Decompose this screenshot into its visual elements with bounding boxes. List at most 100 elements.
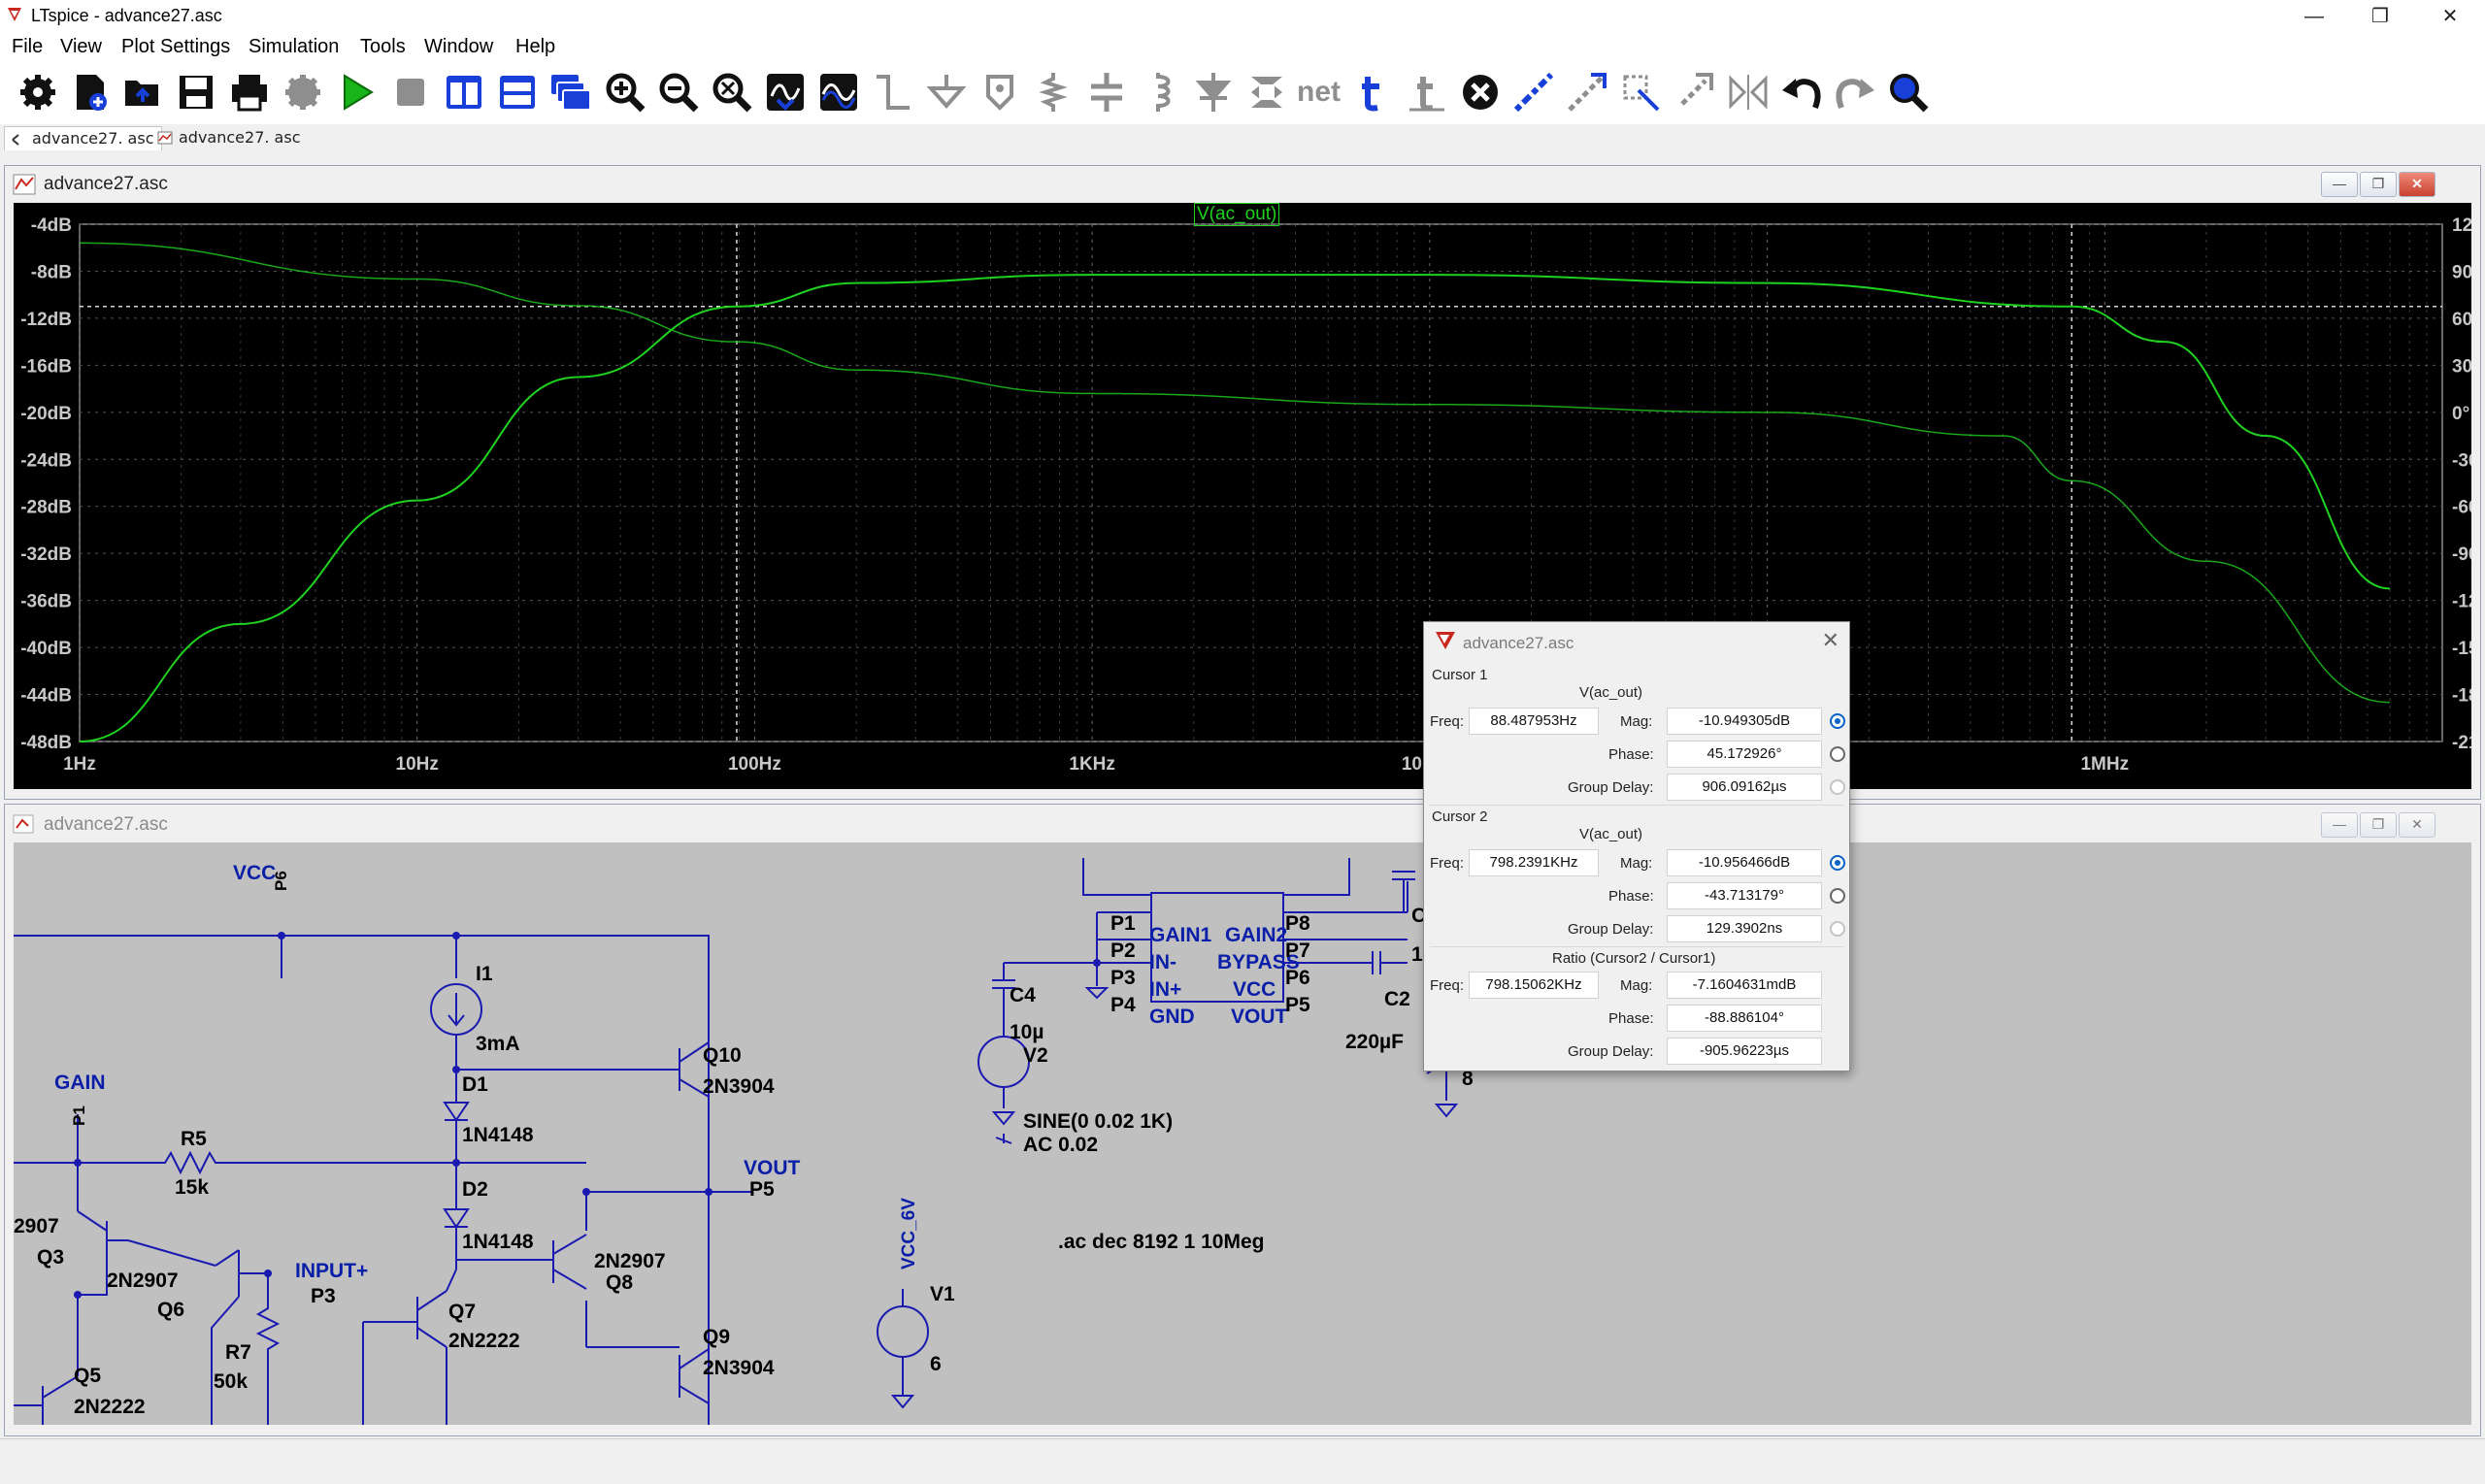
label-r5-value[interactable]: 15k bbox=[175, 1176, 209, 1200]
label-vcc[interactable]: VCC bbox=[233, 862, 276, 885]
label-one-partial[interactable]: 1 bbox=[1411, 943, 1423, 967]
pin-p3[interactable]: P3 bbox=[1110, 967, 1136, 990]
open-icon[interactable] bbox=[121, 71, 164, 114]
zoom-in-icon[interactable] bbox=[604, 71, 646, 114]
halt-icon[interactable] bbox=[389, 71, 432, 114]
delete-icon[interactable] bbox=[1459, 71, 1502, 114]
schem-close-button[interactable]: ✕ bbox=[2399, 812, 2435, 838]
menu-window[interactable]: Window bbox=[424, 36, 493, 58]
label-q3-model[interactable]: 2907 bbox=[14, 1215, 59, 1238]
label-vcc-6v[interactable]: VCC_6V bbox=[899, 1198, 920, 1270]
text-icon[interactable] bbox=[1352, 71, 1395, 114]
move-icon[interactable] bbox=[1566, 71, 1608, 114]
label-c4-value[interactable]: 10µ bbox=[1010, 1021, 1044, 1044]
close-button[interactable]: ✕ bbox=[2417, 0, 2483, 33]
label-p1[interactable]: P1 bbox=[70, 1105, 89, 1126]
plot-restore-button[interactable]: ❐ bbox=[2360, 172, 2397, 197]
label-gain[interactable]: GAIN bbox=[54, 1072, 106, 1095]
control-panel-icon[interactable] bbox=[282, 71, 324, 114]
label-q5-model[interactable]: 2N2222 bbox=[74, 1396, 146, 1419]
run-icon[interactable] bbox=[335, 71, 378, 114]
pin-p4[interactable]: P4 bbox=[1110, 994, 1136, 1017]
label-q9[interactable]: Q9 bbox=[703, 1326, 730, 1349]
zoom-out-icon[interactable] bbox=[657, 71, 700, 114]
resistor-icon[interactable] bbox=[1032, 71, 1075, 114]
ic-pin-gnd[interactable]: GND bbox=[1149, 1006, 1195, 1029]
label-r7-value[interactable]: 50k bbox=[214, 1370, 248, 1394]
cursor2-mag-radio[interactable] bbox=[1830, 855, 1845, 871]
ratio-freq-field[interactable]: 798.15062KHz bbox=[1469, 972, 1599, 999]
tab-plot[interactable]: advance27. asc bbox=[151, 126, 308, 149]
cursor2-phase-radio[interactable] bbox=[1830, 888, 1845, 904]
label-q7-model[interactable]: 2N2222 bbox=[448, 1330, 520, 1353]
undo-icon[interactable] bbox=[1780, 71, 1823, 114]
label-p3[interactable]: P3 bbox=[311, 1285, 336, 1308]
plot-close-button[interactable]: ✕ bbox=[2399, 172, 2435, 197]
trace-label[interactable]: V(ac_out) bbox=[1194, 203, 1280, 226]
label-r7[interactable]: R7 bbox=[225, 1341, 251, 1365]
cursor1-phase-field[interactable]: 45.172926° bbox=[1667, 741, 1822, 768]
maximize-button[interactable]: ❐ bbox=[2347, 0, 2413, 33]
label-c2[interactable]: C2 bbox=[1384, 988, 1410, 1011]
label-d2[interactable]: D2 bbox=[462, 1178, 488, 1202]
ic-pin-gain2[interactable]: GAIN2 bbox=[1225, 924, 1287, 947]
label-d2-model[interactable]: 1N4148 bbox=[462, 1231, 534, 1254]
minimize-button[interactable]: — bbox=[2281, 0, 2347, 33]
label-c4[interactable]: C4 bbox=[1010, 984, 1036, 1007]
label-q8[interactable]: Q8 bbox=[606, 1271, 633, 1295]
ic-pin-vout[interactable]: VOUT bbox=[1231, 1006, 1287, 1029]
pin-p2[interactable]: P2 bbox=[1110, 940, 1136, 963]
capacitor-icon[interactable] bbox=[1085, 71, 1128, 114]
cursor1-gd-radio[interactable] bbox=[1830, 779, 1845, 795]
pin-p1[interactable]: P1 bbox=[1110, 912, 1136, 936]
label-v1-value[interactable]: 6 bbox=[930, 1353, 942, 1376]
bus-tap-icon[interactable] bbox=[1406, 71, 1448, 114]
label-r5[interactable]: R5 bbox=[181, 1128, 207, 1151]
pin-p7[interactable]: P7 bbox=[1285, 940, 1310, 963]
label-q10-model[interactable]: 2N3904 bbox=[703, 1075, 775, 1099]
ground-icon[interactable] bbox=[925, 71, 968, 114]
label-q6-model[interactable]: 2N2907 bbox=[107, 1270, 179, 1293]
plot-minimize-button[interactable]: — bbox=[2321, 172, 2358, 197]
ic-pin-vcc[interactable]: VCC bbox=[1233, 978, 1276, 1002]
cursor1-mag-field[interactable]: -10.949305dB bbox=[1667, 708, 1822, 735]
cursor1-freq-field[interactable]: 88.487953Hz bbox=[1469, 708, 1599, 735]
redo-icon[interactable] bbox=[1834, 71, 1876, 114]
cursor1-phase-radio[interactable] bbox=[1830, 746, 1845, 762]
menu-simulation[interactable]: Simulation bbox=[248, 36, 339, 58]
cursor2-phase-field[interactable]: -43.713179° bbox=[1667, 882, 1822, 909]
tab-schematic[interactable]: advance27. asc bbox=[4, 126, 163, 150]
waveform-plot-pane[interactable]: -4dB 120° -8dB 90° -12dB 60° -16dB 30° -20dB 0° -2… bbox=[14, 203, 2471, 789]
duplicate-icon[interactable] bbox=[1512, 71, 1555, 114]
print-icon[interactable] bbox=[228, 71, 271, 114]
cursor2-gd-field[interactable]: 129.3902ns bbox=[1667, 915, 1822, 942]
menu-tools[interactable]: Tools bbox=[360, 36, 406, 58]
menu-plot-settings[interactable]: Plot Settings bbox=[121, 36, 230, 58]
ratio-phase-field[interactable]: -88.886104° bbox=[1667, 1005, 1822, 1032]
rotate-icon[interactable] bbox=[1673, 71, 1715, 114]
waveform-icon[interactable] bbox=[817, 71, 860, 114]
cascade-icon[interactable] bbox=[549, 71, 592, 114]
schem-restore-button[interactable]: ❐ bbox=[2360, 812, 2397, 838]
label-q3[interactable]: Q3 bbox=[37, 1246, 64, 1270]
label-vout[interactable]: VOUT bbox=[744, 1157, 800, 1180]
label-net-icon[interactable] bbox=[978, 71, 1021, 114]
label-v1[interactable]: V1 bbox=[930, 1283, 955, 1306]
tile-vertical-icon[interactable] bbox=[443, 71, 485, 114]
new-schematic-icon[interactable] bbox=[69, 71, 112, 114]
menu-help[interactable]: Help bbox=[515, 36, 555, 58]
label-c2-value[interactable]: 220µF bbox=[1345, 1031, 1404, 1054]
find-icon[interactable] bbox=[1887, 71, 1930, 114]
ic-pin-in-minus[interactable]: IN- bbox=[1149, 951, 1176, 974]
diode-icon[interactable] bbox=[1192, 71, 1235, 114]
spice-directive-button[interactable]: net bbox=[1297, 71, 1341, 114]
label-d1-model[interactable]: 1N4148 bbox=[462, 1124, 534, 1147]
ratio-gd-field[interactable]: -905.96223µs bbox=[1667, 1038, 1822, 1065]
label-v2[interactable]: V2 bbox=[1023, 1044, 1048, 1068]
ic-pin-in-plus[interactable]: IN+ bbox=[1149, 978, 1181, 1002]
zoom-fit-icon[interactable] bbox=[711, 71, 753, 114]
label-q5[interactable]: Q5 bbox=[74, 1365, 101, 1388]
schem-minimize-button[interactable]: — bbox=[2321, 812, 2358, 838]
pin-p6[interactable]: P6 bbox=[1285, 967, 1310, 990]
tile-horizontal-icon[interactable] bbox=[496, 71, 539, 114]
